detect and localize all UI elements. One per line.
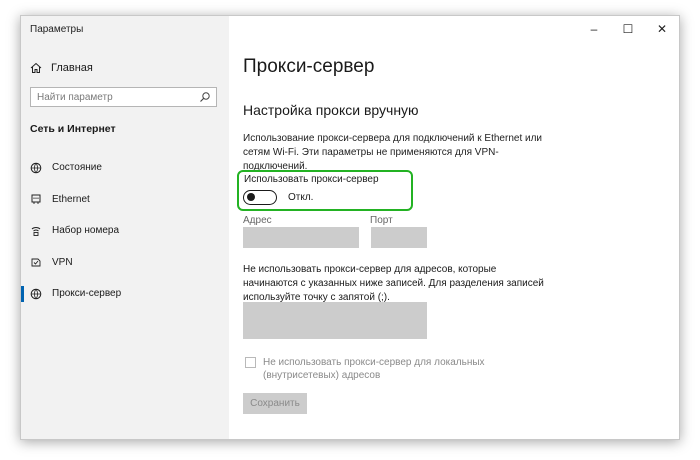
use-proxy-label: Использовать прокси-сервер: [244, 174, 379, 185]
address-label: Адрес: [243, 215, 272, 226]
globe-icon: [30, 288, 42, 300]
sidebar-item-label: Прокси-сервер: [52, 288, 122, 300]
home-link[interactable]: Главная: [30, 60, 93, 76]
exclusions-field[interactable]: [243, 302, 427, 339]
toggle-knob: [247, 193, 255, 201]
sidebar-item-label: Набор номера: [52, 225, 120, 237]
exclusions-description: Не использовать прокси-сервер для адресо…: [243, 264, 544, 303]
vpn-icon: [31, 258, 41, 267]
search-input[interactable]: [37, 91, 197, 103]
main-content: – ☐ ✕ Прокси-сервер Настройка прокси вру…: [229, 16, 679, 439]
address-field[interactable]: [243, 227, 359, 248]
use-proxy-toggle[interactable]: [243, 190, 277, 205]
sidebar: Параметры Главная Сеть и Интернет Состоя…: [21, 16, 229, 439]
ethernet-icon: [31, 194, 41, 205]
sidebar-item-dialup[interactable]: Набор номера: [21, 215, 229, 247]
search-icon[interactable]: [199, 91, 211, 103]
port-field[interactable]: [371, 227, 427, 248]
close-button[interactable]: ✕: [645, 16, 679, 42]
section-heading: Настройка прокси вручную: [243, 102, 419, 118]
home-label: Главная: [51, 62, 93, 74]
sidebar-item-label: Состояние: [52, 162, 102, 174]
local-addresses-label: Не использовать прокси-сервер для локаль…: [263, 357, 485, 381]
proxy-description: Использование прокси-сервера для подключ…: [243, 133, 543, 172]
home-icon: [30, 62, 42, 73]
minimize-button[interactable]: –: [577, 16, 611, 42]
dialup-icon: [31, 226, 41, 236]
maximize-button[interactable]: ☐: [611, 16, 645, 42]
settings-window: Параметры Главная Сеть и Интернет Состоя…: [20, 15, 680, 440]
sidebar-item-ethernet[interactable]: Ethernet: [21, 184, 229, 216]
local-addresses-checkbox[interactable]: [245, 357, 256, 368]
sidebar-item-label: VPN: [52, 256, 73, 268]
page-title: Прокси-сервер: [243, 56, 375, 77]
section-title: Сеть и Интернет: [30, 123, 116, 135]
search-box[interactable]: [30, 87, 217, 107]
sidebar-item-proxy[interactable]: Прокси-сервер: [21, 278, 229, 310]
toggle-state-text: Откл.: [288, 192, 314, 203]
sidebar-item-status[interactable]: Состояние: [21, 152, 229, 184]
sidebar-item-label: Ethernet: [52, 193, 90, 205]
window-title: Параметры: [30, 24, 84, 35]
port-label: Порт: [370, 215, 393, 226]
save-button[interactable]: Сохранить: [243, 393, 307, 414]
globe-status-icon: [30, 162, 42, 174]
sidebar-item-vpn[interactable]: VPN: [21, 247, 229, 279]
nav-list: Состояние Ethernet Набор номера VPN Прок…: [21, 152, 229, 310]
window-controls: – ☐ ✕: [577, 16, 679, 42]
